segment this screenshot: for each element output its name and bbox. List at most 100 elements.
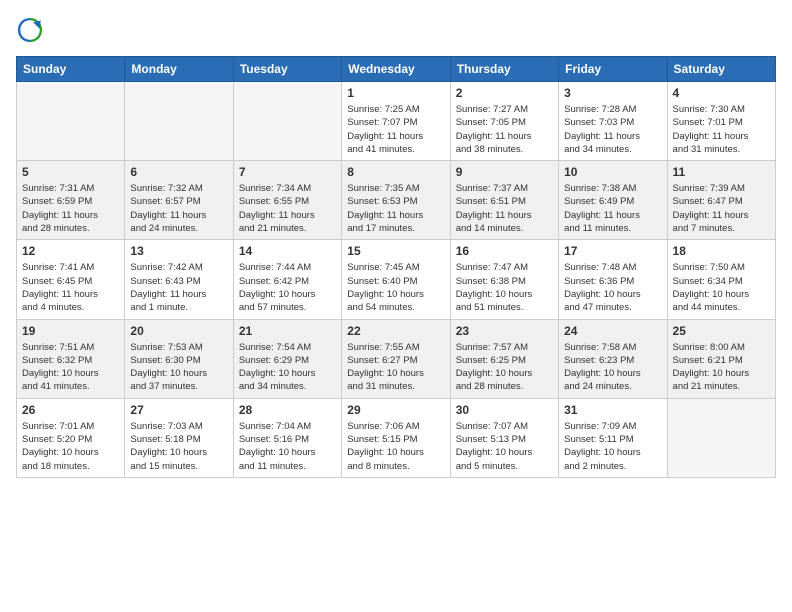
- calendar-cell: [17, 82, 125, 161]
- day-number: 10: [564, 165, 661, 179]
- cell-text: Sunrise: 7:04 AM Sunset: 5:16 PM Dayligh…: [239, 420, 336, 473]
- calendar-cell: 27Sunrise: 7:03 AM Sunset: 5:18 PM Dayli…: [125, 398, 233, 477]
- cell-text: Sunrise: 7:25 AM Sunset: 7:07 PM Dayligh…: [347, 103, 444, 156]
- day-number: 29: [347, 403, 444, 417]
- cell-text: Sunrise: 7:31 AM Sunset: 6:59 PM Dayligh…: [22, 182, 119, 235]
- calendar-cell: 17 Sunrise: 7:48 AM Sunset: 6:36 PM Dayli…: [559, 240, 667, 319]
- calendar-cell: 2 Sunrise: 7:27 AM Sunset: 7:05 PM Daylig…: [450, 82, 558, 161]
- cell-text: Sunrise: 7:48 AM Sunset: 6:36 PM Dayligh…: [564, 261, 661, 314]
- day-number: 31: [564, 403, 661, 417]
- cell-text: Sunrise: 8:00 AM Sunset: 6:21 PM Dayligh…: [673, 341, 770, 394]
- calendar-cell: 30Sunrise: 7:07 AM Sunset: 5:13 PM Dayli…: [450, 398, 558, 477]
- calendar-cell: 10 Sunrise: 7:38 AM Sunset: 6:49 PM Dayli…: [559, 161, 667, 240]
- week-row-1: 1 Sunrise: 7:25 AM Sunset: 7:07 PM Daylig…: [17, 82, 776, 161]
- day-number: 13: [130, 244, 227, 258]
- day-header-thursday: Thursday: [450, 57, 558, 82]
- cell-text: Sunrise: 7:07 AM Sunset: 5:13 PM Dayligh…: [456, 420, 553, 473]
- day-number: 11: [673, 165, 770, 179]
- logo-icon: [16, 16, 44, 44]
- cell-text: Sunrise: 7:30 AM Sunset: 7:01 PM Dayligh…: [673, 103, 770, 156]
- cell-text: Sunrise: 7:41 AM Sunset: 6:45 PM Dayligh…: [22, 261, 119, 314]
- calendar-cell: 16 Sunrise: 7:47 AM Sunset: 6:38 PM Dayli…: [450, 240, 558, 319]
- calendar-cell: 5 Sunrise: 7:31 AM Sunset: 6:59 PM Daylig…: [17, 161, 125, 240]
- calendar-cell: 29 Sunrise: 7:06 AM Sunset: 5:15 PM Dayli…: [342, 398, 450, 477]
- day-number: 14: [239, 244, 336, 258]
- day-number: 12: [22, 244, 119, 258]
- calendar-cell: 3 Sunrise: 7:28 AM Sunset: 7:03 PM Daylig…: [559, 82, 667, 161]
- day-header-saturday: Saturday: [667, 57, 775, 82]
- week-row-2: 5 Sunrise: 7:31 AM Sunset: 6:59 PM Daylig…: [17, 161, 776, 240]
- week-row-3: 12 Sunrise: 7:41 AM Sunset: 6:45 PM Dayli…: [17, 240, 776, 319]
- cell-text: Sunrise: 7:32 AM Sunset: 6:57 PM Dayligh…: [130, 182, 227, 235]
- calendar-cell: 1 Sunrise: 7:25 AM Sunset: 7:07 PM Daylig…: [342, 82, 450, 161]
- cell-text: Sunrise: 7:57 AM Sunset: 6:25 PM Dayligh…: [456, 341, 553, 394]
- days-header-row: SundayMondayTuesdayWednesdayThursdayFrid…: [17, 57, 776, 82]
- cell-text: Sunrise: 7:39 AM Sunset: 6:47 PM Dayligh…: [673, 182, 770, 235]
- day-header-tuesday: Tuesday: [233, 57, 341, 82]
- day-number: 23: [456, 324, 553, 338]
- calendar-cell: 31 Sunrise: 7:09 AM Sunset: 5:11 PM Dayli…: [559, 398, 667, 477]
- day-number: 26: [22, 403, 119, 417]
- day-number: 17: [564, 244, 661, 258]
- day-number: 8: [347, 165, 444, 179]
- day-header-monday: Monday: [125, 57, 233, 82]
- cell-text: Sunrise: 7:58 AM Sunset: 6:23 PM Dayligh…: [564, 341, 661, 394]
- cell-text: Sunrise: 7:45 AM Sunset: 6:40 PM Dayligh…: [347, 261, 444, 314]
- day-number: 18: [673, 244, 770, 258]
- day-number: 5: [22, 165, 119, 179]
- day-number: 19: [22, 324, 119, 338]
- cell-text: Sunrise: 7:38 AM Sunset: 6:49 PM Dayligh…: [564, 182, 661, 235]
- cell-text: Sunrise: 7:35 AM Sunset: 6:53 PM Dayligh…: [347, 182, 444, 235]
- cell-text: Sunrise: 7:50 AM Sunset: 6:34 PM Dayligh…: [673, 261, 770, 314]
- calendar-cell: 19 Sunrise: 7:51 AM Sunset: 6:32 PM Dayli…: [17, 319, 125, 398]
- day-number: 21: [239, 324, 336, 338]
- week-row-4: 19 Sunrise: 7:51 AM Sunset: 6:32 PM Dayli…: [17, 319, 776, 398]
- day-number: 27: [130, 403, 227, 417]
- cell-text: Sunrise: 7:53 AM Sunset: 6:30 PM Dayligh…: [130, 341, 227, 394]
- cell-text: Sunrise: 7:51 AM Sunset: 6:32 PM Dayligh…: [22, 341, 119, 394]
- calendar-cell: [667, 398, 775, 477]
- cell-text: Sunrise: 7:06 AM Sunset: 5:15 PM Dayligh…: [347, 420, 444, 473]
- day-number: 3: [564, 86, 661, 100]
- calendar-cell: 25 Sunrise: 8:00 AM Sunset: 6:21 PM Dayli…: [667, 319, 775, 398]
- day-number: 1: [347, 86, 444, 100]
- cell-text: Sunrise: 7:47 AM Sunset: 6:38 PM Dayligh…: [456, 261, 553, 314]
- calendar-cell: 7Sunrise: 7:34 AM Sunset: 6:55 PM Daylig…: [233, 161, 341, 240]
- calendar-cell: 18 Sunrise: 7:50 AM Sunset: 6:34 PM Dayli…: [667, 240, 775, 319]
- day-number: 16: [456, 244, 553, 258]
- day-number: 2: [456, 86, 553, 100]
- cell-text: Sunrise: 7:34 AM Sunset: 6:55 PM Dayligh…: [239, 182, 336, 235]
- calendar-cell: 26 Sunrise: 7:01 AM Sunset: 5:20 PM Dayli…: [17, 398, 125, 477]
- calendar-cell: 4 Sunrise: 7:30 AM Sunset: 7:01 PM Daylig…: [667, 82, 775, 161]
- calendar-cell: 12 Sunrise: 7:41 AM Sunset: 6:45 PM Dayli…: [17, 240, 125, 319]
- day-header-friday: Friday: [559, 57, 667, 82]
- day-header-wednesday: Wednesday: [342, 57, 450, 82]
- day-header-sunday: Sunday: [17, 57, 125, 82]
- calendar-cell: [125, 82, 233, 161]
- cell-text: Sunrise: 7:27 AM Sunset: 7:05 PM Dayligh…: [456, 103, 553, 156]
- calendar-cell: 8 Sunrise: 7:35 AM Sunset: 6:53 PM Daylig…: [342, 161, 450, 240]
- calendar-cell: 21Sunrise: 7:54 AM Sunset: 6:29 PM Dayli…: [233, 319, 341, 398]
- logo: [16, 16, 48, 44]
- cell-text: Sunrise: 7:09 AM Sunset: 5:11 PM Dayligh…: [564, 420, 661, 473]
- calendar-cell: 22 Sunrise: 7:55 AM Sunset: 6:27 PM Dayli…: [342, 319, 450, 398]
- cell-text: Sunrise: 7:28 AM Sunset: 7:03 PM Dayligh…: [564, 103, 661, 156]
- calendar-cell: 13Sunrise: 7:42 AM Sunset: 6:43 PM Dayli…: [125, 240, 233, 319]
- day-number: 6: [130, 165, 227, 179]
- calendar-cell: 6 Sunrise: 7:32 AM Sunset: 6:57 PM Daylig…: [125, 161, 233, 240]
- calendar-cell: 14 Sunrise: 7:44 AM Sunset: 6:42 PM Dayli…: [233, 240, 341, 319]
- calendar-table: SundayMondayTuesdayWednesdayThursdayFrid…: [16, 56, 776, 478]
- calendar-cell: 20 Sunrise: 7:53 AM Sunset: 6:30 PM Dayli…: [125, 319, 233, 398]
- calendar-cell: 28 Sunrise: 7:04 AM Sunset: 5:16 PM Dayli…: [233, 398, 341, 477]
- day-number: 28: [239, 403, 336, 417]
- page-header: [16, 16, 776, 44]
- cell-text: Sunrise: 7:55 AM Sunset: 6:27 PM Dayligh…: [347, 341, 444, 394]
- calendar-cell: [233, 82, 341, 161]
- day-number: 20: [130, 324, 227, 338]
- day-number: 22: [347, 324, 444, 338]
- cell-text: Sunrise: 7:01 AM Sunset: 5:20 PM Dayligh…: [22, 420, 119, 473]
- day-number: 9: [456, 165, 553, 179]
- day-number: 25: [673, 324, 770, 338]
- day-number: 4: [673, 86, 770, 100]
- cell-text: Sunrise: 7:44 AM Sunset: 6:42 PM Dayligh…: [239, 261, 336, 314]
